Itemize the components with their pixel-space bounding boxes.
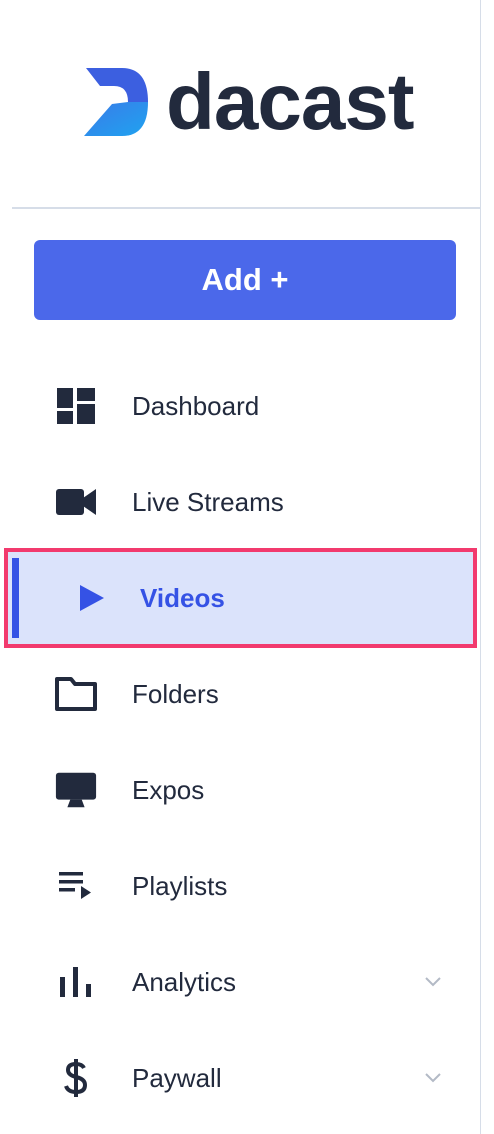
play-icon (70, 576, 114, 620)
playlist-icon (54, 864, 98, 908)
sidebar-item-playlists[interactable]: Playlists (0, 838, 481, 934)
sidebar-nav: Dashboard Live Streams Videos Folders Ex… (0, 358, 481, 1126)
folder-icon (54, 672, 98, 716)
brand-name: dacast (166, 57, 414, 146)
sidebar-item-live-streams[interactable]: Live Streams (0, 454, 481, 550)
sidebar-item-expos[interactable]: Expos (0, 742, 481, 838)
sidebar-item-label: Folders (132, 678, 219, 709)
sidebar: dacast Add + Dashboard Live Streams Vide… (0, 0, 481, 1134)
sidebar-item-folders[interactable]: Folders (0, 646, 481, 742)
monitor-icon (54, 768, 98, 812)
video-camera-icon (54, 480, 98, 524)
dacast-logo[interactable]: dacast (84, 57, 414, 146)
chevron-down-icon[interactable] (422, 1067, 444, 1089)
sidebar-item-label: Live Streams (132, 486, 284, 517)
sidebar-item-paywall[interactable]: Paywall (0, 1030, 481, 1126)
bar-chart-icon (54, 960, 98, 1004)
active-indicator (12, 558, 19, 638)
dacast-logo-icon (84, 68, 148, 136)
dashboard-icon (54, 384, 98, 428)
sidebar-item-dashboard[interactable]: Dashboard (0, 358, 481, 454)
sidebar-item-label: Dashboard (132, 390, 260, 421)
sidebar-item-label: Videos (140, 582, 225, 613)
sidebar-item-label: Analytics (132, 966, 237, 997)
sidebar-item-label: Expos (132, 774, 205, 805)
add-button[interactable]: Add + (34, 240, 456, 320)
sidebar-item-label: Playlists (132, 870, 228, 901)
dollar-icon (54, 1056, 98, 1100)
sidebar-item-videos[interactable]: Videos (4, 548, 477, 648)
sidebar-item-analytics[interactable]: Analytics (0, 934, 481, 1030)
sidebar-item-label: Paywall (132, 1062, 222, 1093)
chevron-down-icon[interactable] (422, 971, 444, 993)
divider (12, 207, 481, 209)
